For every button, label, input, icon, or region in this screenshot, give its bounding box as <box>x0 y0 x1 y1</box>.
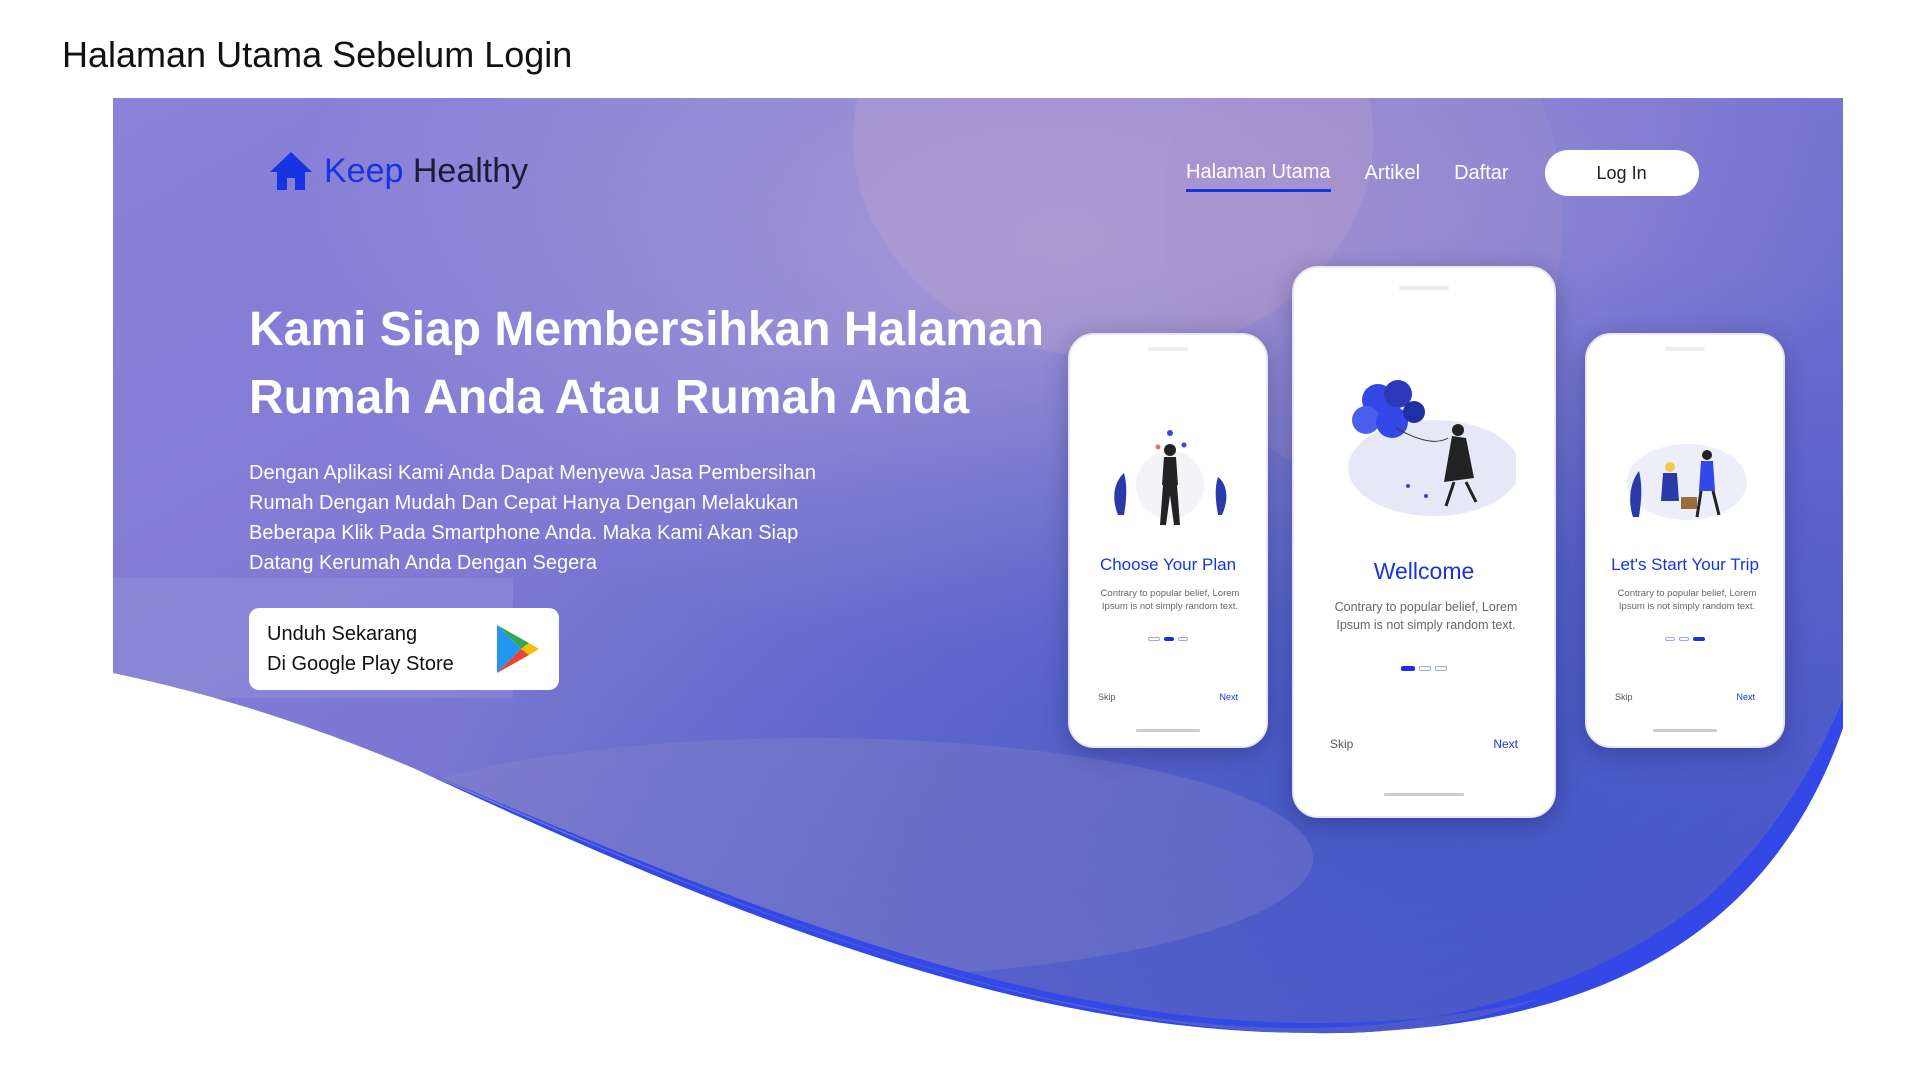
login-button[interactable]: Log In <box>1544 150 1699 196</box>
person-illustration-icon <box>1114 430 1227 525</box>
page-dot <box>1435 666 1447 671</box>
hero-description-line: Rumah Dengan Mudah Dan Cepat Hanya Denga… <box>249 492 799 514</box>
phone-body-line: Ipsum is not simply random text. <box>1101 601 1239 612</box>
phone-next-button[interactable]: Next <box>1219 692 1238 702</box>
phone-body-text: Contrary to popular belief, Lorem Ipsum … <box>1080 587 1260 613</box>
logo[interactable]: Keep Healthy <box>268 148 528 194</box>
page-dot <box>1148 637 1160 641</box>
phone-skip-button[interactable]: Skip <box>1330 737 1353 751</box>
page-dot <box>1665 637 1675 641</box>
phone-notch <box>1399 286 1449 290</box>
travel-friends-illustration-icon <box>1627 444 1747 520</box>
phone-home-indicator <box>1136 729 1200 732</box>
phone-body-text: Contrary to popular belief, Lorem Ipsum … <box>1306 598 1546 634</box>
phone-mockup-welcome: Wellcome Contrary to popular belief, Lor… <box>1292 266 1556 818</box>
home-icon <box>270 152 312 190</box>
google-play-download-button[interactable]: Unduh Sekarang Di Google Play Store <box>249 608 559 690</box>
store-button-line-1: Unduh Sekarang <box>267 623 418 645</box>
page-dot-active <box>1164 637 1174 641</box>
logo-word-keep: Keep <box>324 151 404 190</box>
hero-description-line: Datang Kerumah Anda Dengan Segera <box>249 552 598 574</box>
hero-headline-line-2: Rumah Anda Atau Rumah Anda <box>249 371 970 424</box>
phone-next-button[interactable]: Next <box>1736 692 1755 702</box>
hero-headline-line-1: Kami Siap Membersihkan Halaman <box>249 303 1044 356</box>
hero-section: Keep Healthy Halaman Utama Artikel Dafta… <box>113 98 1843 1034</box>
page-indicator <box>1401 666 1447 671</box>
phone-notch <box>1148 347 1188 351</box>
phone-body-text: Contrary to popular belief, Lorem Ipsum … <box>1597 587 1777 613</box>
page-caption: Halaman Utama Sebelum Login <box>62 34 573 75</box>
balloon-girl-illustration-icon <box>1348 380 1516 516</box>
store-button-line-2: Di Google Play Store <box>267 653 454 675</box>
phone-mockup-choose-plan: Choose Your Plan Contrary to popular bel… <box>1068 333 1268 748</box>
phone-home-indicator <box>1384 793 1464 796</box>
top-nav: Halaman Utama Artikel Daftar Log In <box>1186 150 1699 196</box>
hero-description-line: Beberapa Klik Pada Smartphone Anda. Maka… <box>249 522 799 544</box>
page-dot <box>1419 666 1431 671</box>
phone-body-line: Ipsum is not simply random text. <box>1336 618 1516 632</box>
phone-home-indicator <box>1653 729 1717 732</box>
hero-description: Dengan Aplikasi Kami Anda Dapat Menyewa … <box>249 458 889 578</box>
google-play-icon <box>497 625 539 673</box>
phone-body-line: Contrary to popular belief, Lorem <box>1617 588 1757 599</box>
page-indicator <box>1665 637 1705 641</box>
phone-title: Wellcome <box>1373 558 1475 584</box>
page-dot-active <box>1401 666 1415 671</box>
page-dot <box>1679 637 1689 641</box>
phone-next-button[interactable]: Next <box>1493 737 1518 751</box>
page-dot <box>1178 637 1188 641</box>
phone-body-line: Contrary to popular belief, Lorem <box>1100 588 1240 599</box>
nav-link-halaman-utama[interactable]: Halaman Utama <box>1186 161 1331 192</box>
logo-word-healthy: Healthy <box>412 151 529 190</box>
phone-notch <box>1665 347 1705 351</box>
hero-description-line: Dengan Aplikasi Kami Anda Dapat Menyewa … <box>249 462 816 484</box>
phone-mockup-start-trip: Let's Start Your Trip Contrary to popula… <box>1585 333 1785 748</box>
phone-body-line: Contrary to popular belief, Lorem <box>1334 600 1518 614</box>
page-dot-active <box>1693 637 1705 641</box>
phone-body-line: Ipsum is not simply random text. <box>1618 601 1756 612</box>
hero-headline: Kami Siap Membersihkan Halaman Rumah And… <box>249 296 1049 432</box>
phone-title: Let's Start Your Trip <box>1611 555 1759 574</box>
phone-skip-button[interactable]: Skip <box>1098 692 1116 702</box>
phone-skip-button[interactable]: Skip <box>1615 692 1633 702</box>
nav-link-artikel[interactable]: Artikel <box>1365 162 1421 190</box>
page-indicator <box>1148 637 1188 641</box>
nav-link-daftar[interactable]: Daftar <box>1454 162 1508 190</box>
phone-title: Choose Your Plan <box>1099 555 1237 574</box>
